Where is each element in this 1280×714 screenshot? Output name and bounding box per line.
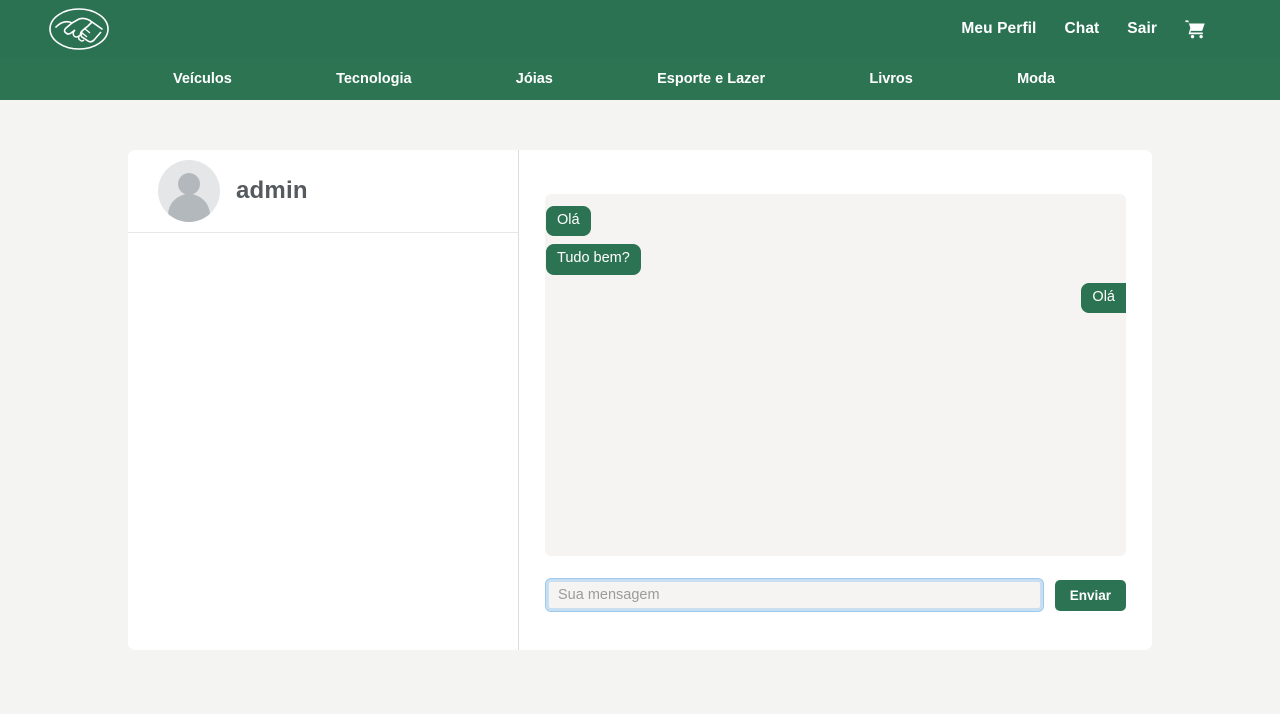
chat-panel: Olá Tudo bem? Olá Enviar	[519, 150, 1152, 650]
contacts-list	[128, 233, 518, 650]
shopping-cart-icon[interactable]	[1185, 19, 1206, 40]
page-body: admin Olá Tudo bem? Olá Enviar	[0, 100, 1280, 650]
message-row: Olá	[545, 282, 1126, 314]
category-nav: Veículos Tecnologia Jóias Esporte e Laze…	[0, 58, 1280, 100]
category-joias[interactable]: Jóias	[516, 71, 553, 87]
send-button[interactable]: Enviar	[1054, 579, 1126, 611]
current-user-row[interactable]: admin	[128, 150, 518, 233]
message-row: Olá	[545, 206, 1126, 237]
messages-container[interactable]: Olá Tudo bem? Olá	[545, 194, 1126, 556]
category-livros[interactable]: Livros	[869, 71, 913, 87]
primary-nav: Meu Perfil Chat Sair	[961, 19, 1260, 40]
chat-card: admin Olá Tudo bem? Olá Enviar	[128, 150, 1152, 650]
brand-logo-link[interactable]	[48, 7, 110, 51]
default-avatar-icon	[158, 160, 220, 222]
category-esporte-e-lazer[interactable]: Esporte e Lazer	[657, 71, 765, 87]
users-panel: admin	[128, 150, 519, 650]
message-bubble: Olá	[546, 206, 591, 237]
message-bubble: Olá	[1081, 282, 1126, 314]
site-header: Meu Perfil Chat Sair	[0, 0, 1280, 58]
nav-item-chat[interactable]: Chat	[1064, 20, 1099, 38]
current-user-name: admin	[236, 177, 308, 204]
category-moda[interactable]: Moda	[1017, 71, 1055, 87]
handshake-logo-icon	[48, 7, 110, 51]
nav-item-sair[interactable]: Sair	[1127, 20, 1157, 38]
message-row: Tudo bem?	[545, 244, 1126, 275]
message-composer: Enviar	[545, 556, 1126, 612]
category-tecnologia[interactable]: Tecnologia	[336, 71, 411, 87]
message-bubble: Tudo bem?	[546, 244, 641, 275]
category-veiculos[interactable]: Veículos	[173, 71, 232, 87]
nav-item-meu-perfil[interactable]: Meu Perfil	[961, 20, 1036, 38]
message-input[interactable]	[545, 578, 1044, 612]
